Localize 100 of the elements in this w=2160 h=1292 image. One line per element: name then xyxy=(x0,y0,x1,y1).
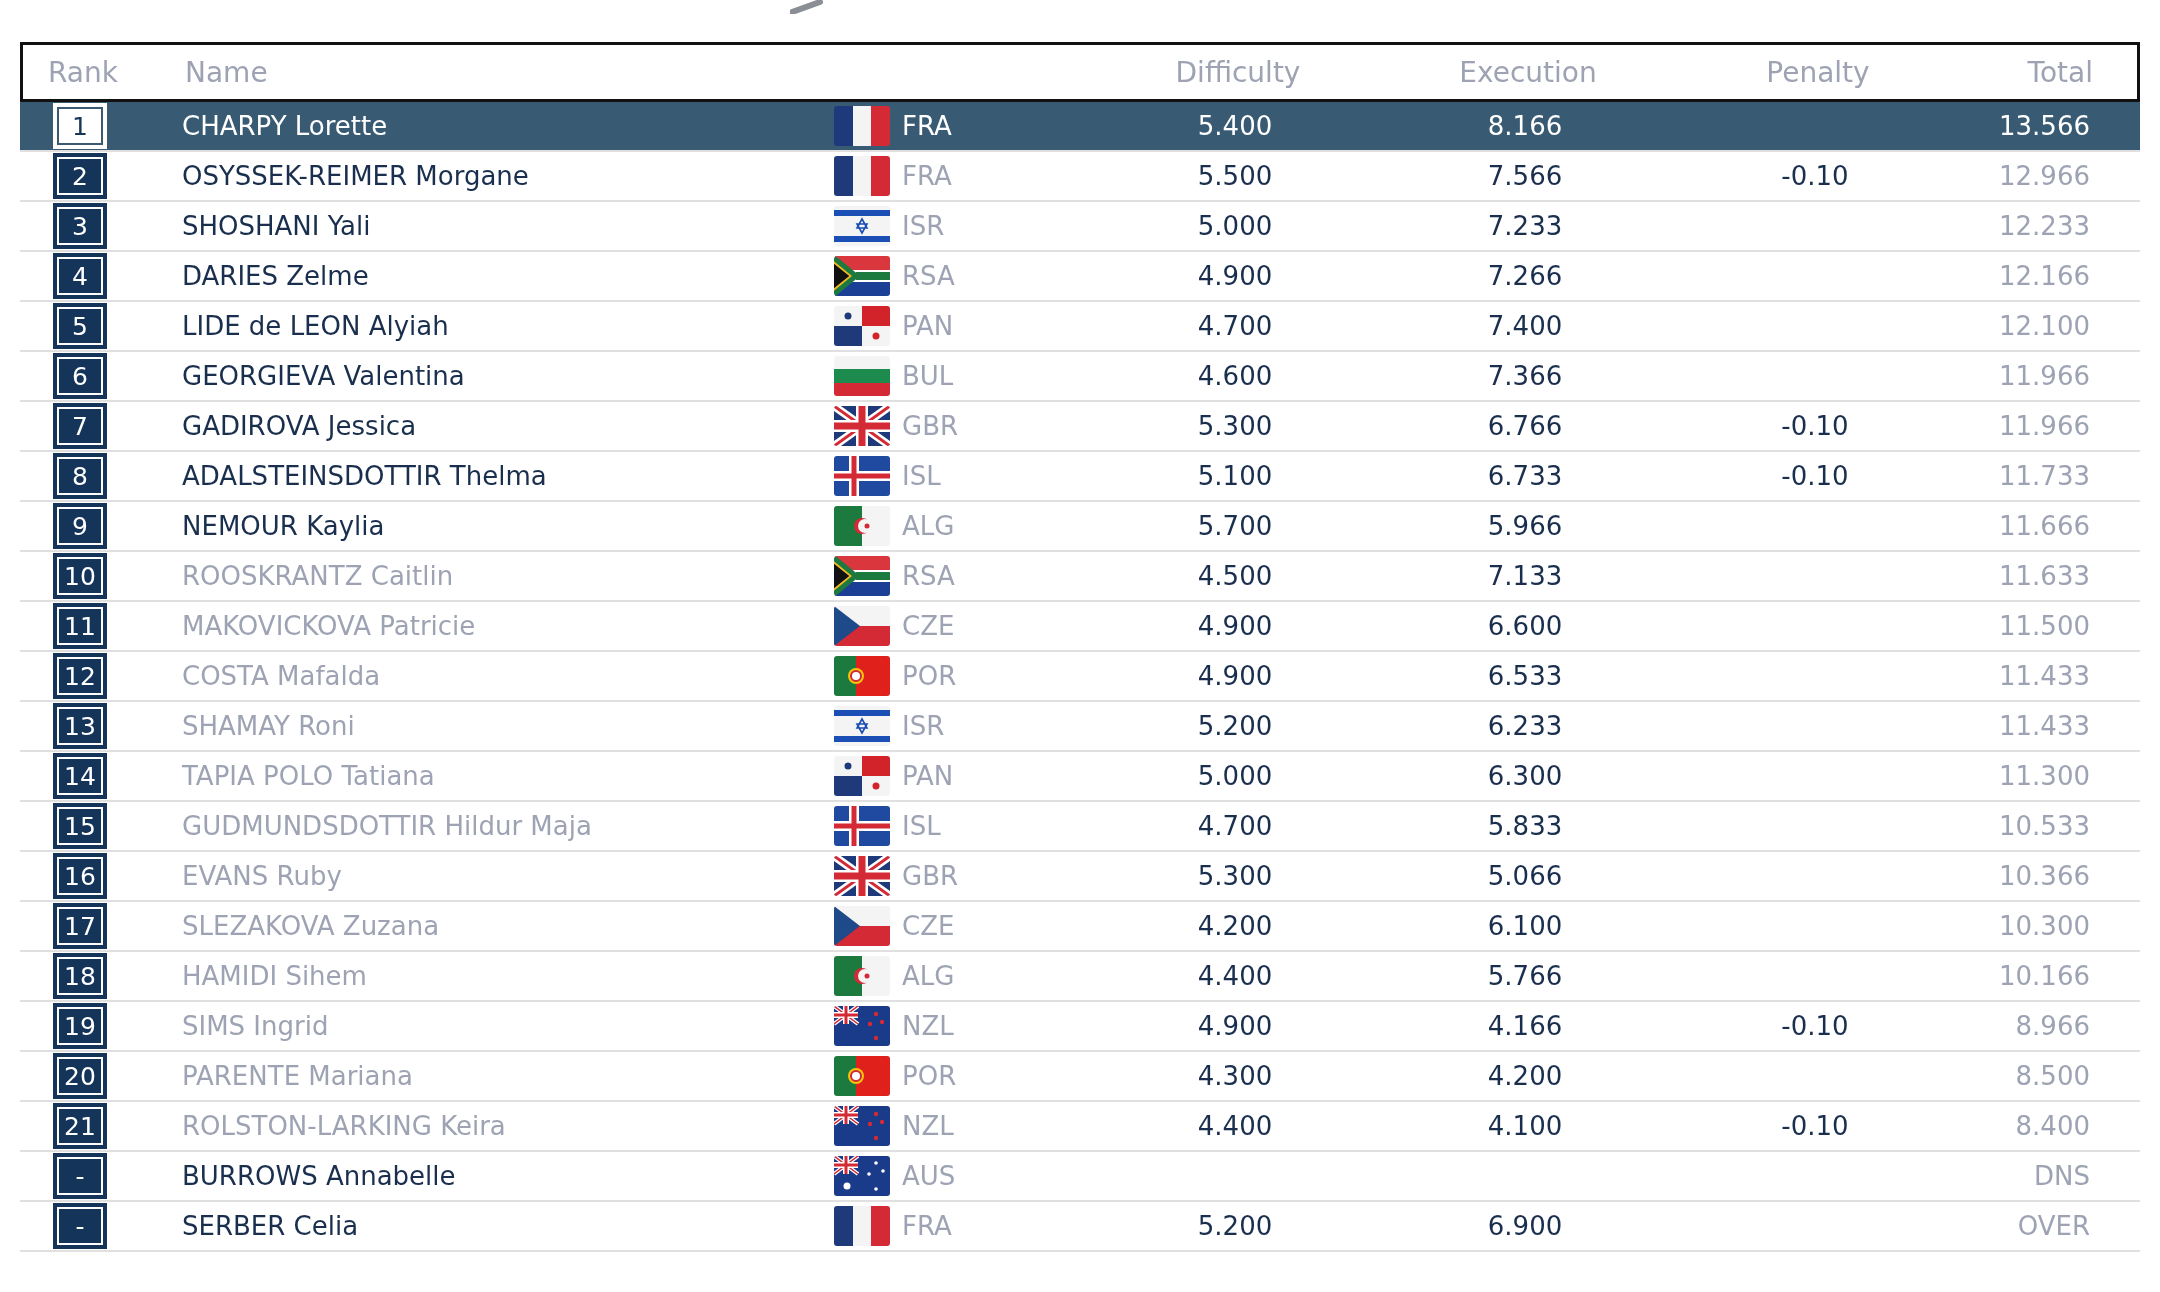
total-score: 11.966 xyxy=(1999,361,2090,391)
athlete-name: CHARPY Lorette xyxy=(182,111,388,141)
total-score: 11.666 xyxy=(1999,511,2090,541)
difficulty-score: 4.900 xyxy=(1197,261,1273,291)
table-row[interactable]: 6 GEORGIEVA Valentina BUL 4.600 7.366 11.966 xyxy=(20,352,2140,402)
table-row[interactable]: 5 LIDE de LEON Alyiah PAN 4.700 7.400 12.100 xyxy=(20,302,2140,352)
execution-score: 7.366 xyxy=(1487,361,1563,391)
rank-badge: 5 xyxy=(53,303,107,349)
table-row[interactable]: 7 GADIROVA Jessica GBR 5.300 6.766 -0.10 11.966 xyxy=(20,402,2140,452)
rank-badge: 8 xyxy=(53,453,107,499)
country-code: RSA xyxy=(902,561,955,591)
athlete-name: EVANS Ruby xyxy=(182,861,342,891)
athlete-name: GUDMUNDSDOTTIR Hildur Maja xyxy=(182,811,592,841)
country-code: FRA xyxy=(902,1211,952,1241)
rank-badge: 9 xyxy=(53,503,107,549)
table-row[interactable]: 16 EVANS Ruby GBR 5.300 5.066 10.366 xyxy=(20,852,2140,902)
table-row[interactable]: 10 ROOSKRANTZ Caitlin RSA 4.500 7.133 11.633 xyxy=(20,552,2140,602)
table-row[interactable]: 2 OSYSSEK-REIMER Morgane FRA 5.500 7.566 -0.10 12.966 xyxy=(20,152,2140,202)
total-score: 11.966 xyxy=(1999,411,2090,441)
country-code: CZE xyxy=(902,911,955,941)
rank-badge: 19 xyxy=(53,1003,107,1049)
difficulty-score: 5.000 xyxy=(1197,761,1273,791)
country-code: ISR xyxy=(902,711,945,741)
execution-score: 5.833 xyxy=(1487,811,1563,841)
table-row[interactable]: 20 PARENTE Mariana POR 4.300 4.200 8.500 xyxy=(20,1052,2140,1102)
rank-badge: 20 xyxy=(53,1053,107,1099)
difficulty-score: 5.000 xyxy=(1197,211,1273,241)
table-row[interactable]: 21 ROLSTON-LARKING Keira NZL 4.400 4.100 -0.10 8.400 xyxy=(20,1102,2140,1152)
table-row[interactable]: 9 NEMOUR Kaylia ALG 5.700 5.966 11.666 xyxy=(20,502,2140,552)
table-row[interactable]: 19 SIMS Ingrid NZL 4.900 4.166 -0.10 8.966 xyxy=(20,1002,2140,1052)
athlete-name: LIDE de LEON Alyiah xyxy=(182,311,449,341)
table-row[interactable]: 3 SHOSHANI Yali ISR 5.000 7.233 12.233 xyxy=(20,202,2140,252)
total-score: 11.633 xyxy=(1999,561,2090,591)
athlete-name: HAMIDI Sihem xyxy=(182,961,367,991)
table-row[interactable]: 4 DARIES Zelme RSA 4.900 7.266 12.166 xyxy=(20,252,2140,302)
table-row[interactable]: 8 ADALSTEINSDOTTIR Thelma ISL 5.100 6.733 -0.10 11.733 xyxy=(20,452,2140,502)
execution-score: 5.066 xyxy=(1487,861,1563,891)
execution-score: 7.133 xyxy=(1487,561,1563,591)
country-code: GBR xyxy=(902,861,959,891)
execution-score: 8.166 xyxy=(1487,111,1563,141)
execution-score: 4.166 xyxy=(1487,1011,1563,1041)
rank-badge: 18 xyxy=(53,953,107,999)
table-row[interactable]: 17 SLEZAKOVA Zuzana CZE 4.200 6.100 10.300 xyxy=(20,902,2140,952)
athlete-name: DARIES Zelme xyxy=(182,261,369,291)
athlete-name: GADIROVA Jessica xyxy=(182,411,417,441)
country-code: BUL xyxy=(902,361,954,391)
execution-score: 7.266 xyxy=(1487,261,1563,291)
execution-score: 7.566 xyxy=(1487,161,1563,191)
country-code: ALG xyxy=(902,961,955,991)
athlete-name: SLEZAKOVA Zuzana xyxy=(182,911,440,941)
table-row[interactable]: 13 SHAMAY Roni ISR 5.200 6.233 11.433 xyxy=(20,702,2140,752)
execution-score: 6.300 xyxy=(1487,761,1563,791)
table-row[interactable]: - SERBER Celia FRA 5.200 6.900 OVER xyxy=(20,1202,2140,1252)
country-code: ISR xyxy=(902,211,945,241)
execution-score: 4.100 xyxy=(1487,1111,1563,1141)
table-row[interactable]: 12 COSTA Mafalda POR 4.900 6.533 11.433 xyxy=(20,652,2140,702)
table-row[interactable]: 14 TAPIA POLO Tatiana PAN 5.000 6.300 11.300 xyxy=(20,752,2140,802)
athlete-name: SERBER Celia xyxy=(182,1211,359,1241)
rank-badge: 11 xyxy=(53,603,107,649)
athlete-name: SIMS Ingrid xyxy=(182,1011,329,1041)
difficulty-score: 5.700 xyxy=(1197,511,1273,541)
athlete-name: ROOSKRANTZ Caitlin xyxy=(182,561,454,591)
column-header: Penalty xyxy=(1765,55,1871,89)
country-code: PAN xyxy=(902,311,954,341)
athlete-name: SHAMAY Roni xyxy=(182,711,355,741)
athlete-name: PARENTE Mariana xyxy=(182,1061,413,1091)
rank-badge: 14 xyxy=(53,753,107,799)
athlete-name: GEORGIEVA Valentina xyxy=(182,361,465,391)
column-header: Difficulty xyxy=(1174,55,1302,89)
penalty-score: -0.10 xyxy=(1781,461,1849,491)
table-row[interactable]: 15 GUDMUNDSDOTTIR Hildur Maja ISL 4.700 5.833 10.533 xyxy=(20,802,2140,852)
execution-score: 7.233 xyxy=(1487,211,1563,241)
difficulty-score: 4.500 xyxy=(1197,561,1273,591)
table-row[interactable]: - BURROWS Annabelle AUS DNS xyxy=(20,1152,2140,1202)
rank-badge: 2 xyxy=(53,153,107,199)
country-code: CZE xyxy=(902,611,955,641)
total-score: 11.433 xyxy=(1999,711,2090,741)
country-code: POR xyxy=(902,661,957,691)
table-row[interactable]: 11 MAKOVICKOVA Patricie CZE 4.900 6.600 11.500 xyxy=(20,602,2140,652)
athlete-name: BURROWS Annabelle xyxy=(182,1161,456,1191)
penalty-score: -0.10 xyxy=(1781,411,1849,441)
table-row[interactable]: 18 HAMIDI Sihem ALG 4.400 5.766 10.166 xyxy=(20,952,2140,1002)
execution-score: 6.900 xyxy=(1487,1211,1563,1241)
total-score: 12.100 xyxy=(1999,311,2090,341)
difficulty-score: 4.900 xyxy=(1197,611,1273,641)
rank-badge: 13 xyxy=(53,703,107,749)
execution-score: 6.533 xyxy=(1487,661,1563,691)
difficulty-score: 5.200 xyxy=(1197,1211,1273,1241)
total-score: 10.300 xyxy=(1999,911,2090,941)
country-code: FRA xyxy=(902,111,952,141)
country-code: GBR xyxy=(902,411,959,441)
table-row[interactable]: 1 CHARPY Lorette FRA 5.400 8.166 13.566 xyxy=(20,102,2140,152)
country-code: RSA xyxy=(902,261,955,291)
rank-badge: - xyxy=(53,1203,107,1249)
difficulty-score: 4.900 xyxy=(1197,661,1273,691)
execution-score: 5.966 xyxy=(1487,511,1563,541)
rank-badge: 7 xyxy=(53,403,107,449)
total-score: 10.166 xyxy=(1999,961,2090,991)
athlete-name: NEMOUR Kaylia xyxy=(182,511,385,541)
total-score: 8.500 xyxy=(2015,1061,2090,1091)
